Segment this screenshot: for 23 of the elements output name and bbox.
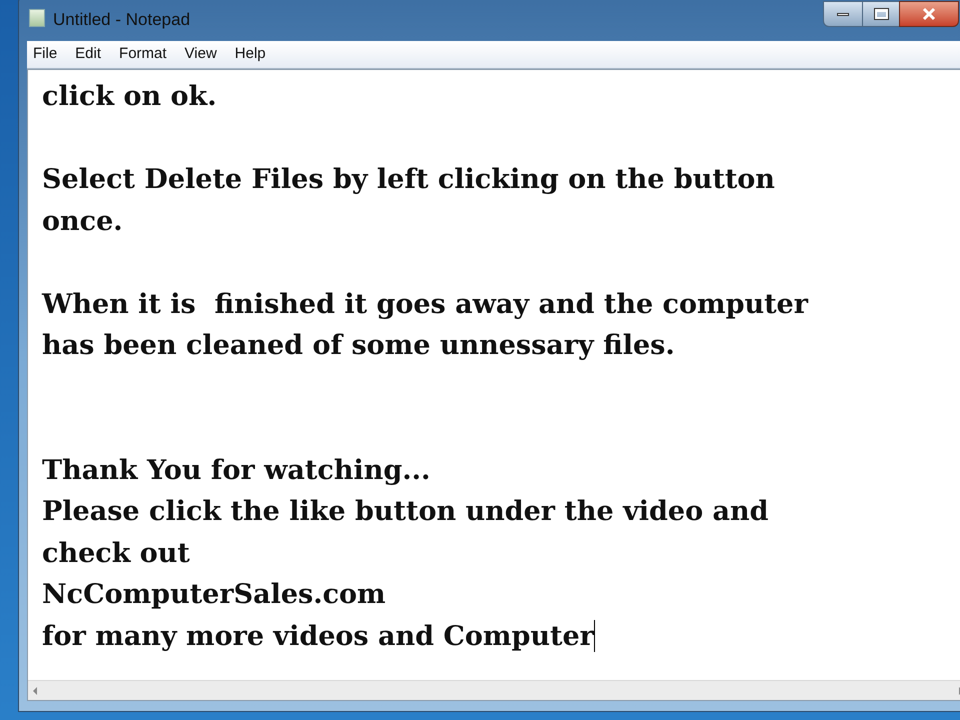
text-line: Thank You for watching... — [42, 456, 430, 484]
menu-item[interactable]: Format — [117, 43, 169, 66]
close-button[interactable] — [899, 1, 959, 27]
text-line: once. — [42, 208, 123, 235]
text-line: click on ok. — [42, 83, 217, 110]
notepad-icon — [29, 9, 45, 27]
text-line: Please click the like button under the video and — [42, 498, 769, 526]
minimize-button[interactable] — [823, 1, 863, 27]
scroll-left-icon[interactable] — [32, 686, 38, 694]
text-line: When it is finished it goes away and the computer — [42, 290, 808, 318]
text-line: for many more videos and Computer — [42, 622, 594, 650]
window-title: Untitled - Notepad — [53, 9, 190, 31]
menu-item[interactable]: View — [182, 43, 219, 66]
close-icon — [922, 7, 936, 21]
text-line: check out — [42, 540, 190, 567]
menu-item[interactable]: Help — [232, 43, 268, 66]
menu-item[interactable]: Edit — [73, 43, 104, 66]
text-line: has been cleaned of some unnessary files. — [42, 332, 675, 360]
text-line: NcComputerSales.com — [42, 581, 386, 608]
text-line: Select Delete Files by left clicking on the button — [42, 166, 775, 194]
maximize-button[interactable] — [863, 1, 899, 27]
menu-item[interactable]: File — [31, 43, 60, 66]
horizontal-scrollbar[interactable] — [28, 680, 960, 700]
